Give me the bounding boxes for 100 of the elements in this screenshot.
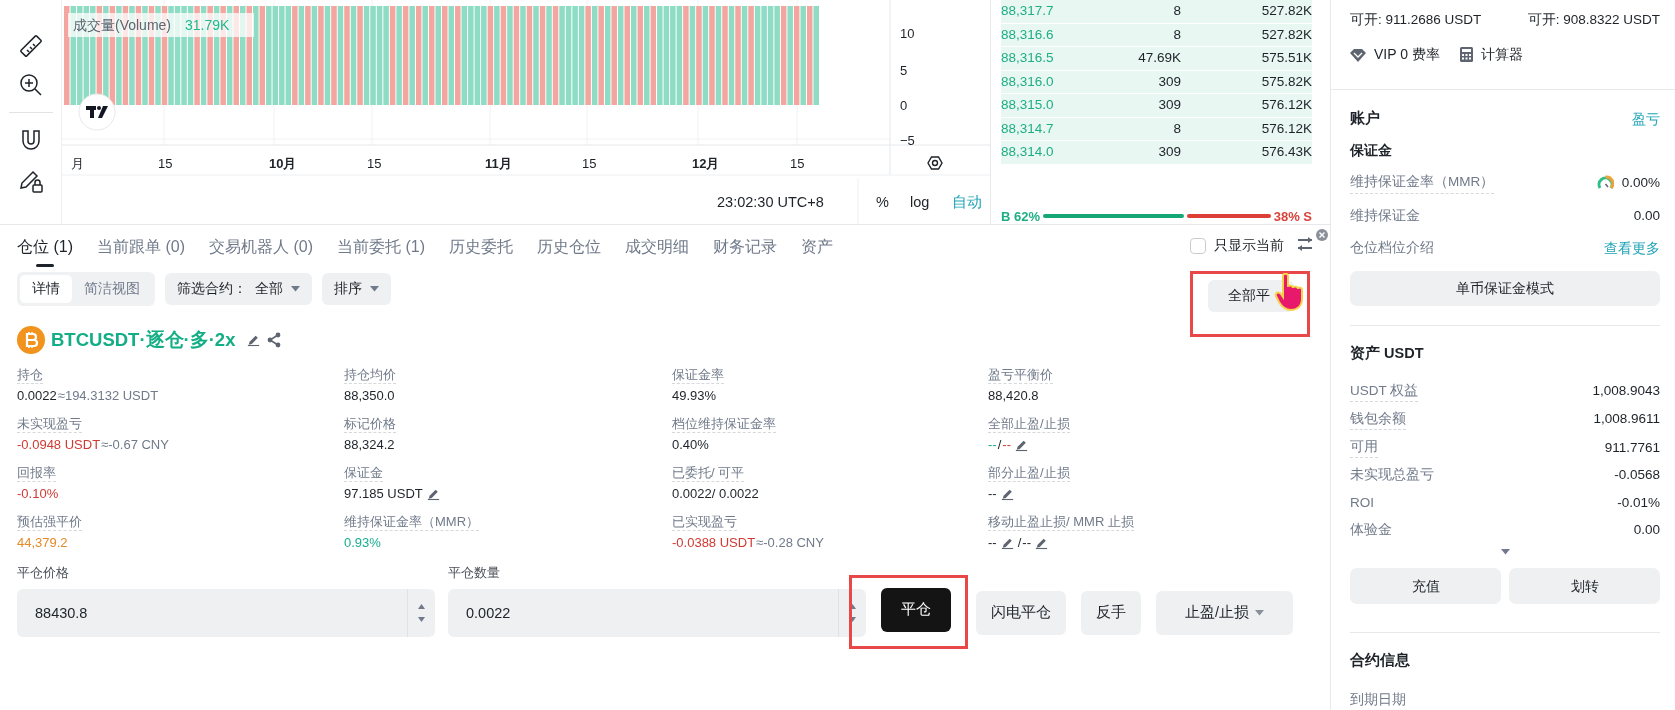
panel-button[interactable]: 划转	[1509, 568, 1660, 604]
field-value: ≈194.3132 USDT	[57, 386, 159, 405]
axis-label: 15	[367, 156, 382, 171]
field-value: --	[1002, 435, 1011, 454]
row-label: 体验金	[1350, 520, 1392, 539]
diamond-icon	[1350, 47, 1366, 62]
total-text: 575.51K	[1260, 49, 1312, 68]
gauge-icon	[1596, 175, 1614, 191]
field-value: 0.0022	[17, 386, 57, 405]
axis-label: −5	[900, 133, 915, 148]
tab[interactable]: 历史委托	[449, 235, 513, 267]
order-row[interactable]: 88,316.6 8 527.82K	[1001, 23, 1312, 47]
total-text: 575.82K	[1260, 72, 1312, 91]
sort-dropdown[interactable]: 排序	[322, 273, 391, 305]
action-button[interactable]: 平仓	[881, 587, 951, 632]
checkbox-label[interactable]: 只显示当前	[1214, 235, 1284, 256]
filter-dropdown[interactable]: 筛选合约： 全部	[165, 273, 312, 305]
panel-button[interactable]: 充值	[1350, 568, 1501, 604]
field-label: 全部止盈/止损	[988, 415, 1070, 433]
field-value: 97.185 USDT	[344, 484, 423, 503]
sort-label: 排序	[334, 279, 362, 298]
link-button[interactable]: VIP 0 费率	[1350, 44, 1440, 66]
field-value: ≈-0.67 CNY	[101, 435, 169, 454]
tab[interactable]: 当前跟单 (0)	[97, 235, 185, 267]
amount-text: 309	[1157, 143, 1181, 162]
field-value: 0.40%	[672, 435, 709, 454]
scale-button[interactable]: log	[910, 194, 930, 210]
view-toggle[interactable]: 简洁视图	[72, 274, 152, 304]
spin-up-icon[interactable]	[418, 603, 425, 609]
spin-down-icon[interactable]	[849, 616, 856, 622]
settings-icon[interactable]	[927, 156, 943, 170]
price-text: 88,316.5	[1001, 49, 1055, 68]
edit-icon[interactable]	[247, 333, 261, 347]
margin-mode-button[interactable]: 单币保证金模式	[1350, 270, 1660, 306]
field-value: --	[988, 484, 997, 503]
field-label: 已委托/ 可平	[672, 464, 745, 482]
view-toggle[interactable]: 详情	[20, 274, 72, 304]
field-label: 维持保证金率（MMR）	[344, 513, 480, 531]
section-subtitle: 保证金	[1350, 142, 1392, 160]
axis-label: 12月	[692, 156, 720, 171]
tab[interactable]: 当前委托 (1)	[337, 235, 425, 267]
section-title: 合约信息	[1350, 651, 1410, 670]
field-label: 盈亏平衡价	[988, 366, 1053, 384]
row-value: 1,008.9043	[1592, 382, 1660, 400]
checkbox[interactable]	[1190, 237, 1206, 254]
field-label: 保证金	[344, 464, 383, 482]
scale-button[interactable]: %	[876, 194, 889, 210]
order-row[interactable]: 88,317.7 8 527.82K	[1001, 0, 1312, 24]
field-value: --	[988, 533, 997, 552]
field-label: 回报率	[17, 464, 56, 482]
tab[interactable]: 交易机器人 (0)	[209, 235, 313, 267]
tab[interactable]: 资产	[801, 235, 833, 267]
spin-down-icon[interactable]	[418, 616, 425, 622]
axis-label: 11月	[485, 156, 512, 171]
field-label: 平仓数量	[448, 564, 501, 582]
tab[interactable]: 仓位 (1)	[17, 235, 73, 267]
amount-text: 8	[1172, 119, 1181, 138]
volume-legend-value: 31.79K	[185, 17, 230, 33]
filter-label: 筛选合约：	[177, 279, 247, 298]
total-text: 527.82K	[1260, 25, 1312, 44]
field-label: 持仓均价	[344, 366, 396, 384]
available-amount: 可开: 911.2686 USDT	[1350, 11, 1482, 29]
order-row[interactable]: 88,315.0 309 576.12K	[1001, 94, 1312, 118]
field-value: 88,420.8	[988, 386, 1039, 405]
spin-up-icon[interactable]	[849, 603, 856, 609]
amount-text: 8	[1172, 2, 1181, 21]
ruler-icon[interactable]	[18, 34, 43, 58]
field-label: 预估强平价	[17, 513, 82, 531]
order-row[interactable]: 88,314.7 8 576.12K	[1001, 117, 1312, 141]
action-button[interactable]: 反手	[1081, 590, 1141, 635]
dropdown-button[interactable]: 止盈/止损	[1156, 590, 1293, 635]
field-value: /	[1017, 533, 1022, 552]
row-label: 维持保证金	[1350, 206, 1420, 225]
order-row[interactable]: 88,316.0 309 575.82K	[1001, 70, 1312, 94]
field-value: 88,324.2	[344, 435, 395, 454]
field-value: -0.10%	[17, 484, 59, 503]
price-text: 88,314.0	[1001, 143, 1055, 162]
row-label: 未实现总盈亏	[1350, 466, 1434, 485]
link-button[interactable]: 计算器	[1459, 44, 1523, 66]
share-icon[interactable]	[266, 332, 283, 348]
tab[interactable]: 财务记录	[713, 235, 777, 267]
tab[interactable]: 成交明细	[625, 235, 689, 267]
expand-caret-icon[interactable]	[1500, 549, 1510, 555]
axis-label: 10	[900, 26, 915, 41]
field-value: --	[1022, 533, 1031, 552]
row-label: 可用	[1350, 437, 1378, 459]
position-symbol: BTCUSDT·逐仓·多·2x	[51, 328, 236, 353]
zoom-in-icon[interactable]	[18, 73, 43, 97]
row-label: 维持保证金率（MMR）	[1350, 172, 1495, 194]
order-row[interactable]: 88,316.5 47.69K 575.51K	[1001, 47, 1312, 71]
order-row[interactable]: 88,314.0 309 576.43K	[1001, 141, 1312, 165]
tab[interactable]: 历史仓位	[537, 235, 601, 267]
field-value: 44,379.2	[17, 533, 68, 552]
caret-down-icon	[1255, 609, 1264, 616]
action-button[interactable]: 闪电平仓	[976, 590, 1066, 635]
row-value: 1,008.9611	[1593, 410, 1660, 429]
row-label: ROI	[1350, 493, 1374, 512]
field-value: --	[988, 435, 997, 454]
axis-label: 10月	[269, 156, 297, 171]
row-value: 911.7761	[1604, 438, 1660, 457]
